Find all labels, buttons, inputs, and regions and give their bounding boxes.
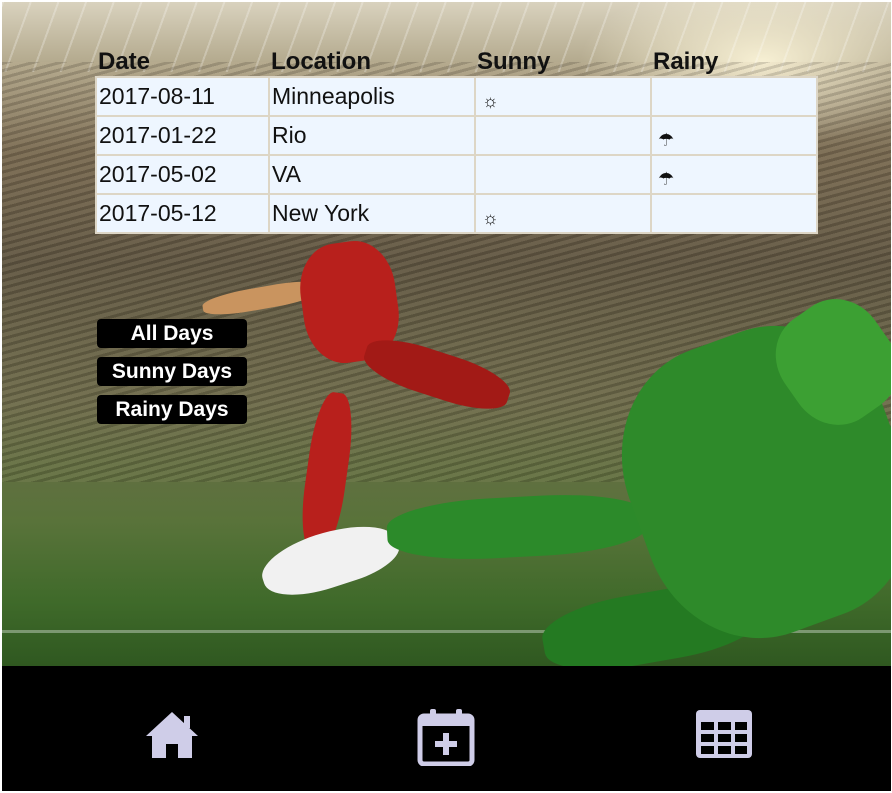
grid-icon: [696, 710, 752, 758]
weather-table: Date Location Sunny Rainy 2017-08-11 Min…: [95, 40, 818, 234]
cell-location: VA: [268, 154, 476, 195]
column-header-rainy: Rainy: [653, 48, 719, 75]
filter-buttons: All Days Sunny Days Rainy Days: [97, 319, 247, 433]
cell-date: 2017-08-11: [95, 76, 270, 117]
cell-sunny: [474, 154, 652, 195]
cell-date: 2017-05-12: [95, 193, 270, 234]
cell-location: Minneapolis: [268, 76, 476, 117]
home-button[interactable]: [142, 706, 202, 766]
column-header-date: Date: [98, 48, 151, 75]
cell-date: 2017-01-22: [95, 115, 270, 156]
cell-location: New York: [268, 193, 476, 234]
sun-icon: [478, 169, 482, 189]
cell-date: 2017-05-02: [95, 154, 270, 195]
table-row: 2017-05-12 New York ☼: [95, 193, 818, 234]
table-row: 2017-05-02 VA ☂: [95, 154, 818, 195]
app-frame: Date Location Sunny Rainy 2017-08-11 Min…: [2, 2, 891, 791]
all-days-button[interactable]: All Days: [97, 319, 247, 348]
sun-icon: [478, 130, 482, 150]
rain-cloud-icon: [654, 208, 658, 228]
add-event-button[interactable]: [416, 706, 476, 767]
table-row: 2017-01-22 Rio ☂: [95, 115, 818, 156]
bottom-nav-bar: [2, 666, 891, 791]
table-header-row: Date Location Sunny Rainy: [96, 40, 817, 77]
sunny-days-button[interactable]: Sunny Days: [97, 357, 247, 386]
column-header-sunny: Sunny: [477, 48, 551, 75]
cell-rainy: ☂: [650, 115, 818, 156]
rain-cloud-icon: ☂: [658, 130, 675, 150]
rain-cloud-icon: [654, 91, 658, 111]
rain-cloud-icon: ☂: [658, 169, 675, 189]
home-icon: [146, 712, 198, 758]
column-header-location: Location: [271, 48, 371, 75]
cell-sunny: ☼: [474, 76, 652, 117]
weather-table-container: Date Location Sunny Rainy 2017-08-11 Min…: [95, 40, 818, 234]
sun-icon: ☼: [482, 208, 499, 228]
rainy-days-button[interactable]: Rainy Days: [97, 395, 247, 424]
cell-rainy: ☂: [650, 154, 818, 195]
cell-sunny: ☼: [474, 193, 652, 234]
table-row: 2017-08-11 Minneapolis ☼: [95, 76, 818, 117]
cell-location: Rio: [268, 115, 476, 156]
sun-icon: ☼: [482, 91, 499, 111]
table-view-button[interactable]: [694, 706, 754, 766]
goalkeeper-leg: [385, 490, 649, 564]
cell-rainy: [650, 76, 818, 117]
cell-rainy: [650, 193, 818, 234]
cell-sunny: [474, 115, 652, 156]
calendar-add-icon: [417, 709, 475, 767]
